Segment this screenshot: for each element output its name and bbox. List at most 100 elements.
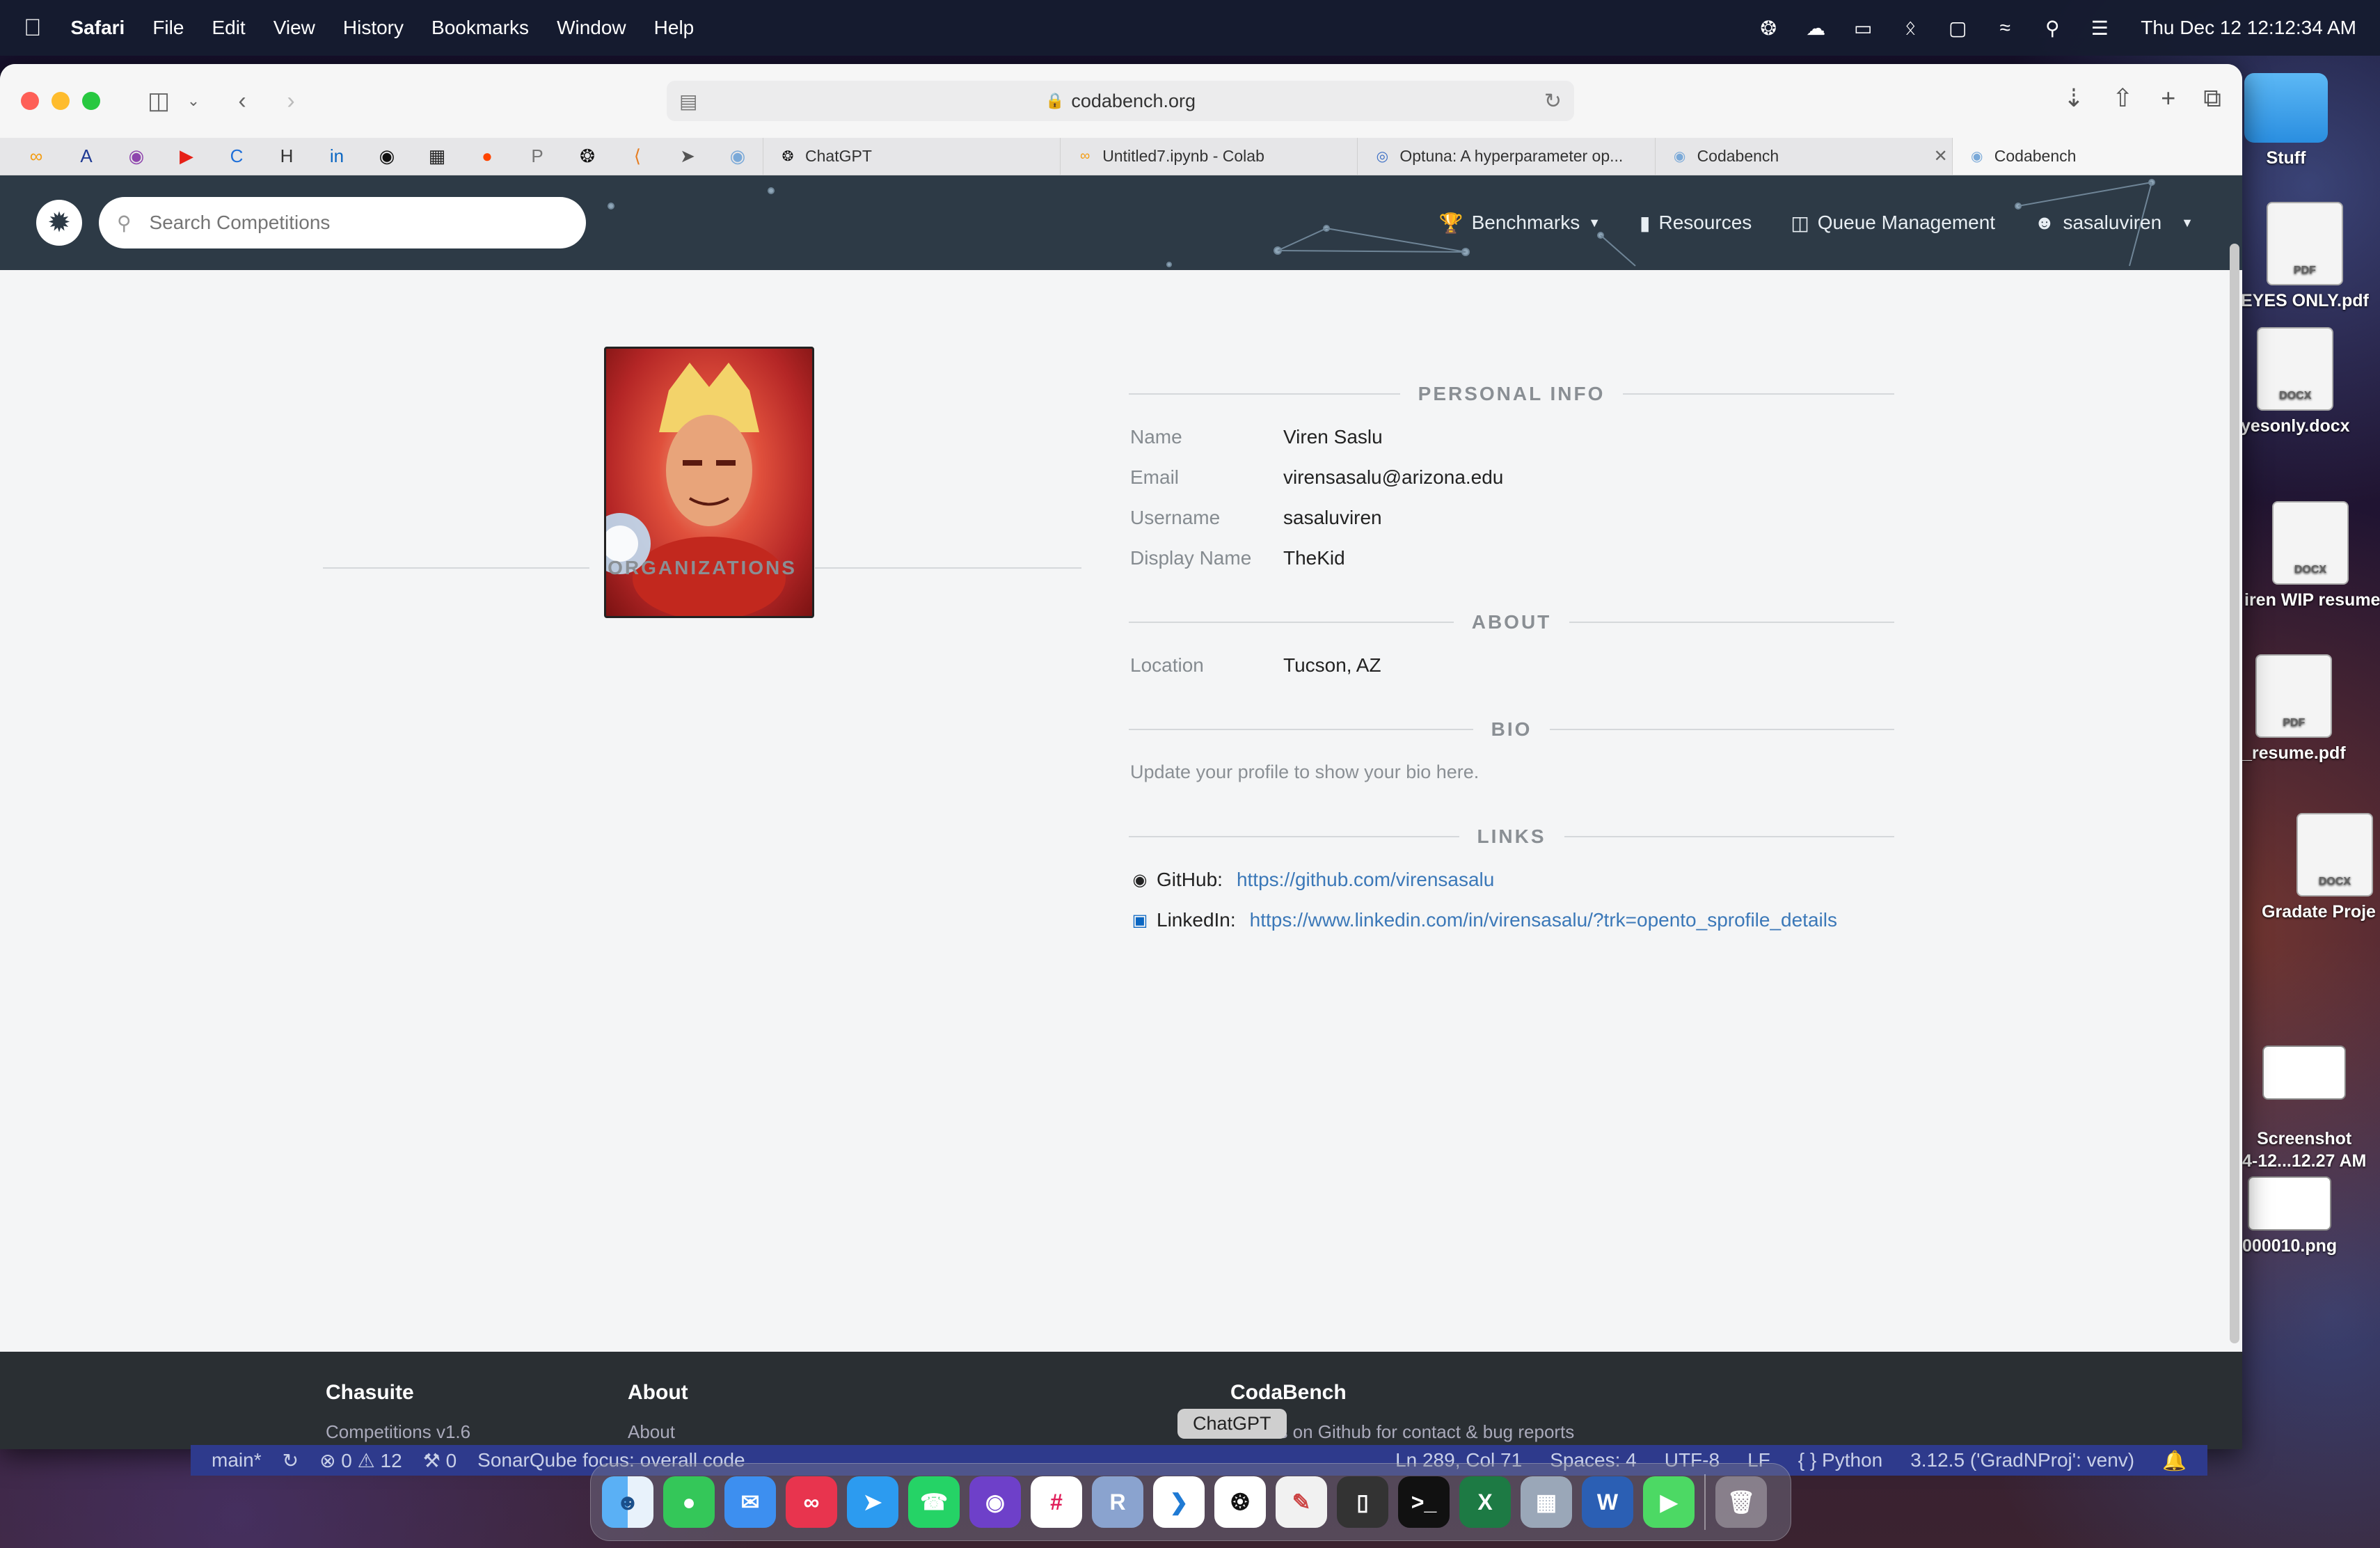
search-box[interactable]: ⚲: [99, 197, 586, 248]
facetime-icon[interactable]: ▶: [1643, 1476, 1695, 1528]
fav-icon-dark[interactable]: ▦: [412, 145, 462, 167]
iphone-mirroring-icon[interactable]: ▯: [1337, 1476, 1388, 1528]
close-window-button[interactable]: [21, 92, 39, 110]
share-icon[interactable]: ⇧: [2112, 84, 2133, 113]
word-icon[interactable]: W: [1582, 1476, 1633, 1528]
control-center-icon[interactable]: ☰: [2088, 17, 2111, 39]
problems-count[interactable]: ⊗ 0 ⚠ 12: [319, 1449, 402, 1472]
tab-overview-icon[interactable]: ⧉: [2203, 84, 2221, 113]
finder-icon[interactable]: ☻: [602, 1476, 653, 1528]
safari-icon[interactable]: ➤: [847, 1476, 898, 1528]
address-bar[interactable]: ▤ 🔒 codabench.org ↻: [667, 81, 1574, 121]
github-fav-icon[interactable]: ◉: [362, 145, 412, 167]
downloads-icon[interactable]: ⇣: [2063, 84, 2084, 113]
menu-bar:  Safari File Edit View History Bookmark…: [0, 0, 2380, 56]
codabench-logo[interactable]: ✹: [36, 200, 82, 246]
python-interpreter[interactable]: 3.12.5 ('GradNProj': venv): [1910, 1449, 2134, 1472]
messages-icon[interactable]: ●: [663, 1476, 715, 1528]
screen-mirroring-icon[interactable]: ▢: [1946, 17, 1969, 39]
desktop-item-pdf[interactable]: PDF EYES ONLY.pdf: [2241, 202, 2369, 311]
footer-link-competitions[interactable]: Competitions v1.6: [326, 1421, 470, 1443]
tab-chatgpt[interactable]: ❂ ChatGPT: [763, 138, 1060, 175]
chatgpt-menu-icon[interactable]: ❂: [1756, 17, 1780, 39]
desktop-item-docx[interactable]: DOCX yesonly.docx: [2241, 327, 2350, 436]
new-tab-icon[interactable]: +: [2161, 84, 2175, 113]
close-tab-icon[interactable]: ✕: [1934, 146, 1948, 166]
menu-app-name[interactable]: Safari: [71, 17, 125, 39]
desktop-item-png[interactable]: 000010.png: [2242, 1176, 2337, 1256]
desktop-item-folder[interactable]: Stuff: [2244, 73, 2328, 168]
page-scrollbar[interactable]: [2230, 244, 2239, 1343]
fav-icon-h[interactable]: H: [262, 145, 312, 167]
tab-optuna[interactable]: ◎ Optuna: A hyperparameter op...: [1357, 138, 1654, 175]
desktop-item-resume-docx[interactable]: DOCX iren WIP resume: [2244, 501, 2380, 610]
desktop-item-screenshot[interactable]: Screenshot 4-12...12.27 AM: [2242, 1023, 2366, 1172]
r-studio-icon[interactable]: R: [1092, 1476, 1143, 1528]
battery-icon[interactable]: ▭: [1851, 17, 1875, 39]
tab-codabench-1[interactable]: ◉ Codabench ✕: [1654, 138, 1952, 175]
footer-link-about[interactable]: About: [628, 1421, 675, 1443]
sidebar-toggle-icon[interactable]: ◫: [142, 84, 175, 118]
reddit-fav-icon[interactable]: ●: [462, 145, 512, 167]
back-button[interactable]: ‹: [225, 84, 259, 118]
github-link[interactable]: https://github.com/virensasalu: [1237, 869, 1494, 891]
arizona-fav-icon[interactable]: A: [61, 145, 111, 167]
fav-icon-p[interactable]: P: [512, 145, 562, 167]
desktop-item-resume-pdf[interactable]: PDF _resume.pdf: [2242, 654, 2346, 764]
colab-fav-icon[interactable]: ∞: [11, 145, 61, 167]
minimize-window-button[interactable]: [51, 92, 70, 110]
youtube-fav-icon[interactable]: ▶: [161, 145, 212, 167]
zoom-window-button[interactable]: [82, 92, 100, 110]
creative-cloud-icon[interactable]: ∞: [786, 1476, 837, 1528]
menu-clock[interactable]: Thu Dec 12 12:12:34 AM: [2141, 17, 2356, 39]
whatsapp-icon[interactable]: ☎: [908, 1476, 960, 1528]
nav-benchmarks[interactable]: 🏆 Benchmarks ▼: [1439, 212, 1601, 235]
codabench-fav-icon[interactable]: ◉: [713, 145, 763, 167]
page-menu-icon[interactable]: ▤: [679, 90, 697, 113]
chatgpt-icon[interactable]: ❂: [1214, 1476, 1266, 1528]
spotlight-search-icon[interactable]: ⚲: [2040, 17, 2064, 39]
icloud-icon[interactable]: ☁: [1804, 17, 1827, 39]
search-input[interactable]: [149, 212, 539, 234]
menu-view[interactable]: View: [273, 17, 315, 39]
language-mode[interactable]: { } Python: [1798, 1449, 1882, 1472]
menu-help[interactable]: Help: [654, 17, 695, 39]
tab-colab[interactable]: ∞ Untitled7.ipynb - Colab: [1060, 138, 1357, 175]
nav-resources[interactable]: ▮ Resources: [1640, 212, 1752, 235]
nav-queue-management[interactable]: ◫ Queue Management: [1791, 212, 1995, 235]
apple-icon[interactable]: : [24, 15, 42, 42]
trash-icon[interactable]: 🗑: [1715, 1476, 1767, 1528]
tab-codabench-active[interactable]: ◉ Codabench: [1951, 138, 2242, 175]
menu-window[interactable]: Window: [557, 17, 626, 39]
terminal-icon[interactable]: >_: [1398, 1476, 1450, 1528]
fav-icon-purple[interactable]: ◉: [111, 145, 161, 167]
reload-icon[interactable]: ↻: [1544, 89, 1562, 113]
menu-edit[interactable]: Edit: [212, 17, 245, 39]
chevron-down-icon[interactable]: ⌄: [177, 84, 210, 118]
openai-fav-icon[interactable]: ❂: [562, 145, 612, 167]
slack-icon[interactable]: #: [1031, 1476, 1082, 1528]
bluetooth-icon[interactable]: ᛟ: [1898, 17, 1922, 38]
menu-history[interactable]: History: [343, 17, 404, 39]
linkedin-link[interactable]: https://www.linkedin.com/in/virensasalu/…: [1250, 909, 1837, 931]
bell-icon[interactable]: 🔔: [2162, 1449, 2187, 1472]
fav-icon-bracket[interactable]: ⟨: [612, 145, 663, 167]
git-branch[interactable]: main*: [212, 1449, 262, 1471]
mail-icon[interactable]: ✉: [724, 1476, 776, 1528]
menu-bookmarks[interactable]: Bookmarks: [431, 17, 529, 39]
linkedin-fav-icon[interactable]: in: [312, 145, 362, 167]
menu-file[interactable]: File: [152, 17, 184, 39]
rocket-fav-icon[interactable]: ➤: [663, 145, 713, 167]
ports-count[interactable]: ⚒ 0: [423, 1449, 457, 1472]
forward-button[interactable]: ›: [274, 84, 308, 118]
vscode-icon[interactable]: ❯: [1153, 1476, 1205, 1528]
desktop-item-grad-docx[interactable]: DOCX Gradate Proje: [2262, 813, 2376, 922]
sync-icon[interactable]: ↻: [283, 1449, 299, 1472]
wifi-icon[interactable]: ≈: [1993, 17, 2017, 38]
fav-icon-c[interactable]: C: [212, 145, 262, 167]
pen-app-icon[interactable]: ✎: [1276, 1476, 1327, 1528]
nav-user-menu[interactable]: ☻ sasaluviren ▼: [2034, 212, 2193, 234]
github-desktop-icon[interactable]: ◉: [969, 1476, 1021, 1528]
excel-icon[interactable]: X: [1459, 1476, 1511, 1528]
preview-icon[interactable]: ▦: [1521, 1476, 1572, 1528]
